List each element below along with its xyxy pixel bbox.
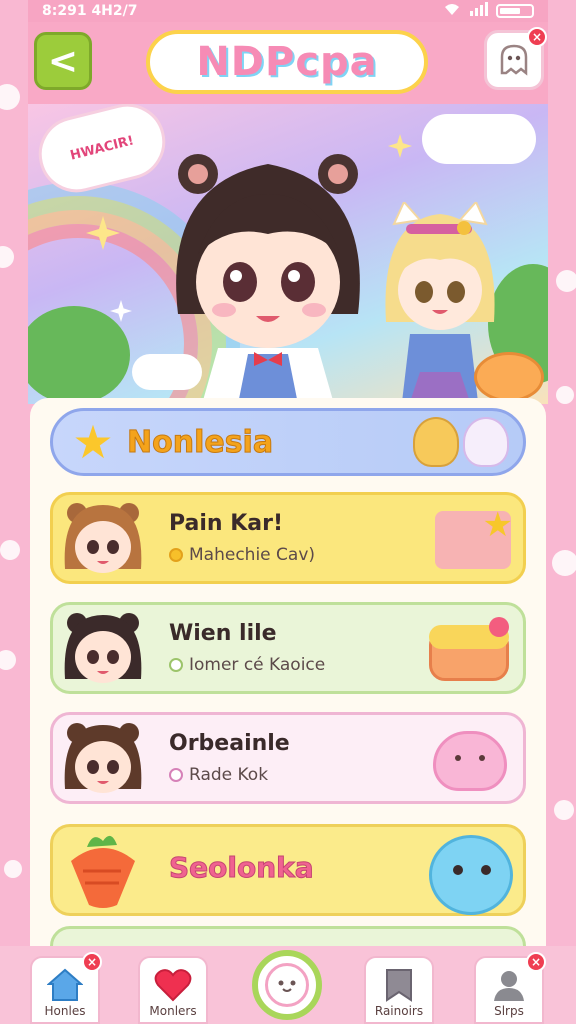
avatar <box>64 723 142 793</box>
section-header: ★ Nonlesia <box>50 408 526 476</box>
pet-illustration <box>474 352 544 402</box>
nav-label: Monlers <box>149 1004 197 1018</box>
speech-bubble: HWACIR! <box>30 104 174 201</box>
nav-profile[interactable]: Slrps × <box>474 952 546 1024</box>
list-item[interactable]: Wien lile Iomer cé Kaoice <box>50 602 526 694</box>
section-title: Nonlesia <box>126 424 274 460</box>
nav-home[interactable]: Honles × <box>30 952 102 1024</box>
notification-badge: × <box>527 27 547 47</box>
list-item-subtitle: Rade Kok <box>169 765 268 785</box>
back-button[interactable]: < <box>34 32 92 90</box>
list-item[interactable]: Pain Kar! Mahechie Cav) ★ <box>50 492 526 584</box>
signal-icon <box>470 2 488 20</box>
status-time: 8:291 4H2/7 <box>42 3 138 19</box>
status-bar: 8:291 4H2/7 <box>28 0 548 22</box>
bookmark-icon <box>386 969 412 1002</box>
list-item[interactable]: Orbeainle Rade Kok <box>50 712 526 804</box>
ghost-icon <box>500 44 528 76</box>
sparkle-icon <box>86 216 120 250</box>
face-icon <box>265 963 309 1007</box>
hero-illustration: HWACIR! <box>28 104 548 404</box>
cloud-decoration <box>422 114 536 164</box>
heart-icon <box>154 969 192 1002</box>
star-icon: ★ <box>72 415 114 469</box>
carrot-icon <box>71 835 135 908</box>
nav-bookmarks[interactable]: Rainoirs <box>364 956 434 1024</box>
nav-favorites[interactable]: Monlers <box>138 956 208 1024</box>
main-character-illustration <box>176 154 360 404</box>
nav-label: Slrps <box>494 1004 524 1018</box>
avatar <box>64 613 142 683</box>
app-title: NDPcpa <box>146 30 428 94</box>
list-item-title: Seolonka <box>169 851 315 885</box>
cat-blob-icon <box>425 831 513 917</box>
person-icon <box>494 971 524 1001</box>
notification-button[interactable]: × <box>484 27 547 90</box>
status-dot <box>169 658 183 672</box>
nav-badge: × <box>526 952 546 972</box>
list-item-title: Pain Kar! <box>169 511 284 536</box>
status-dot <box>169 548 183 562</box>
avatar <box>64 503 142 573</box>
cake-icon <box>425 615 511 683</box>
sparkle-icon <box>388 134 412 158</box>
list-item-title: Wien lile <box>169 621 277 646</box>
sparkle-icon <box>110 300 132 322</box>
cat-icon <box>413 417 459 467</box>
main-panel: ★ Nonlesia Pain Kar! Mahechie Cav) ★ Wie… <box>30 398 546 958</box>
status-dot <box>169 768 183 782</box>
list-item[interactable]: Seolonka <box>50 824 526 916</box>
nav-center-button[interactable] <box>252 950 322 1020</box>
list-item-title: Orbeainle <box>169 731 290 756</box>
home-icon <box>47 968 83 1001</box>
nav-label: Rainoirs <box>374 1004 424 1018</box>
list-item-subtitle: Mahechie Cav) <box>169 545 315 565</box>
star-card-icon: ★ <box>425 505 513 573</box>
nav-label: Honles <box>44 1004 86 1018</box>
slime-icon <box>425 725 511 793</box>
bunny-icon <box>463 417 509 467</box>
bottom-nav: Honles × Monlers Rainoirs Slrps × <box>0 946 576 1024</box>
chevron-left-icon: < <box>47 40 79 82</box>
wifi-icon <box>442 2 462 20</box>
app-header: < NDPcpa × <box>28 22 548 104</box>
nav-badge: × <box>82 952 102 972</box>
list-item-subtitle: Iomer cé Kaoice <box>169 655 325 675</box>
battery-icon <box>496 4 534 18</box>
